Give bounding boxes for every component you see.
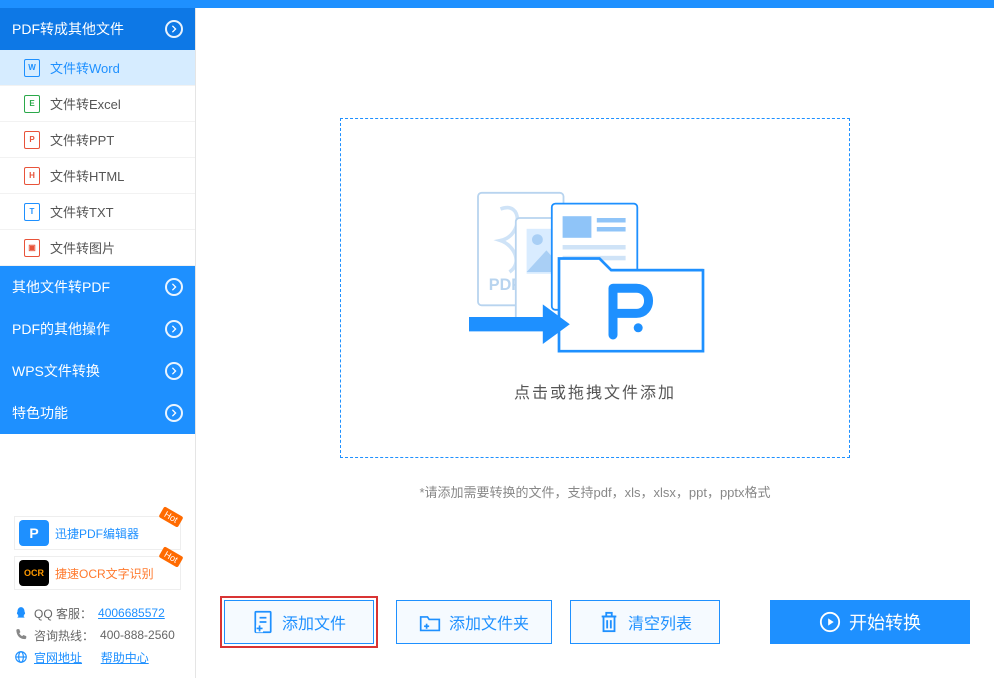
sidebar-item-to-html[interactable]: H 文件转HTML [0,158,195,194]
file-add-icon [252,610,274,634]
image-icon: ▣ [24,239,40,257]
sidebar-item-label: 文件转TXT [50,202,114,221]
chevron-right-icon [165,404,183,422]
add-file-button[interactable]: 添加文件 [224,600,374,644]
sidebar-item-to-txt[interactable]: T 文件转TXT [0,194,195,230]
chevron-right-icon [165,362,183,380]
sidebar-item-to-excel[interactable]: E 文件转Excel [0,86,195,122]
hotline-value: 400-888-2560 [100,628,175,642]
hot-badge: Hot [158,506,183,527]
clear-list-button[interactable]: 清空列表 [570,600,720,644]
add-folder-button[interactable]: 添加文件夹 [396,600,552,644]
sidebar-item-label: 文件转PPT [50,130,114,149]
txt-icon: T [24,203,40,221]
word-icon: W [24,59,40,77]
format-hint: *请添加需要转换的文件，支持pdf，xls，xlsx，ppt，pptx格式 [220,482,970,501]
nav-group-pdf-to-other[interactable]: PDF转成其他文件 [0,8,195,50]
drop-zone[interactable]: PDF [340,118,850,458]
trash-icon [598,610,620,634]
official-site-link[interactable]: 官网地址 [34,649,82,666]
contact-section: QQ 客服： 4006685572 咨询热线： 400-888-2560 官网地… [0,598,195,678]
title-bar [0,0,994,8]
promo-pdf-editor[interactable]: P 迅捷PDF编辑器 Hot [14,516,181,550]
sidebar: PDF转成其他文件 W 文件转Word E 文件转Excel P 文件转PPT … [0,8,196,678]
highlight-annotation: 添加文件 [220,596,378,648]
sidebar-item-label: 文件转Word [50,58,120,77]
sidebar-item-label: 文件转Excel [50,94,121,113]
sidebar-item-to-image[interactable]: ▣ 文件转图片 [0,230,195,266]
folder-illustration-icon: PDF [455,173,735,353]
promo-label: 迅捷PDF编辑器 [55,525,139,542]
start-convert-button[interactable]: 开始转换 [770,600,970,644]
nav-group-label: PDF转成其他文件 [12,19,124,39]
phone-icon [14,628,28,642]
nav-group-label: 其他文件转PDF [12,277,110,297]
nav-group-wps-convert[interactable]: WPS文件转换 [0,350,195,392]
chevron-right-icon [165,278,183,296]
drop-zone-label: 点击或拖拽文件添加 [514,379,676,403]
play-icon [819,610,841,634]
button-label: 清空列表 [628,610,692,634]
pdf-logo-icon: P [19,520,49,546]
chevron-right-icon [165,320,183,338]
button-label: 添加文件 [282,610,346,634]
ppt-icon: P [24,131,40,149]
nav-group-label: 特色功能 [12,403,68,423]
nav-group-label: WPS文件转换 [12,361,100,381]
hotline-label: 咨询热线： [34,627,94,644]
sidebar-item-to-word[interactable]: W 文件转Word [0,50,195,86]
nav-group-pdf-other-ops[interactable]: PDF的其他操作 [0,308,195,350]
folder-add-icon [419,610,441,634]
chevron-right-icon [165,20,183,38]
excel-icon: E [24,95,40,113]
help-center-link[interactable]: 帮助中心 [101,649,149,666]
promo-ocr[interactable]: OCR 捷速OCR文字识别 Hot [14,556,181,590]
promo-section: P 迅捷PDF编辑器 Hot OCR 捷速OCR文字识别 Hot [0,508,195,598]
nav-group-label: PDF的其他操作 [12,319,110,339]
button-label: 开始转换 [849,609,921,635]
nav-group-other-to-pdf[interactable]: 其他文件转PDF [0,266,195,308]
nav-group-special-features[interactable]: 特色功能 [0,392,195,434]
button-label: 添加文件夹 [449,610,529,634]
sidebar-item-label: 文件转图片 [50,238,115,257]
qq-link[interactable]: 4006685572 [98,606,165,620]
html-icon: H [24,167,40,185]
promo-label: 捷速OCR文字识别 [55,565,154,582]
action-bar: 添加文件 添加文件夹 清空列表 [220,576,970,678]
sidebar-item-label: 文件转HTML [50,166,124,185]
main-panel: PDF [196,8,994,678]
sidebar-item-to-ppt[interactable]: P 文件转PPT [0,122,195,158]
qq-label: QQ 客服： [34,605,92,622]
ocr-logo-icon: OCR [19,560,49,586]
qq-icon [14,606,28,620]
ie-icon [14,650,28,664]
